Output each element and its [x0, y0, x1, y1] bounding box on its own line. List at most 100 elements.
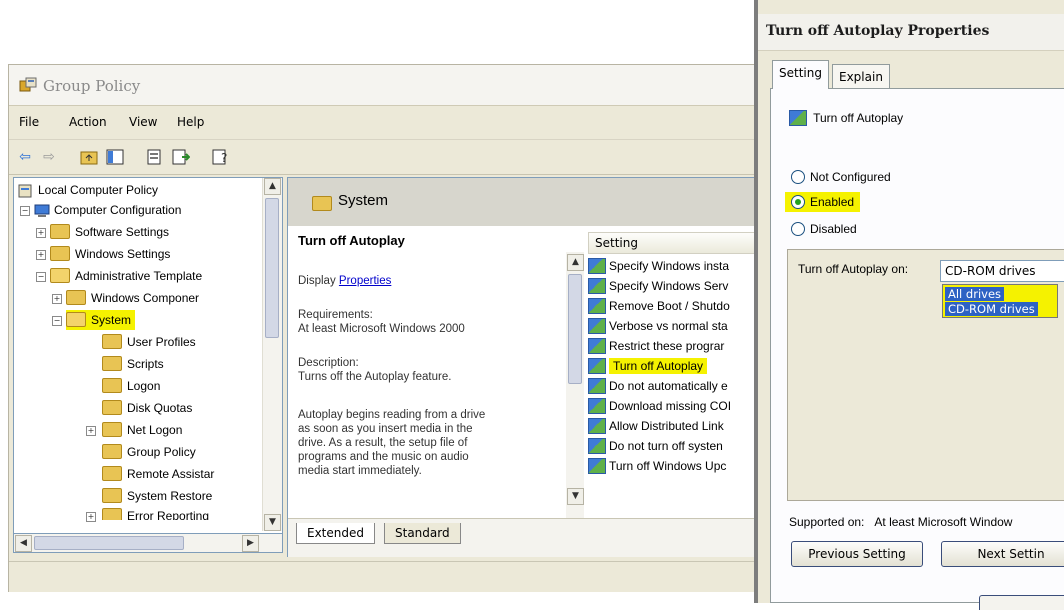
setting-row[interactable]: Do not turn off systen: [588, 436, 723, 456]
expand-icon[interactable]: +: [86, 512, 96, 522]
dropdown-list: All drives CD-ROM drives: [942, 284, 1058, 318]
expand-icon[interactable]: +: [36, 228, 46, 238]
setting-row[interactable]: Remove Boot / Shutdo: [588, 296, 730, 316]
autoplay-text-2: as soon as you insert media in the: [298, 423, 473, 435]
tree-item-disk-quotas[interactable]: Disk Quotas: [102, 398, 192, 418]
toolbar: ⇦ ⇨ ?: [9, 140, 759, 175]
tree-item-group-policy[interactable]: Group Policy: [102, 442, 196, 462]
folder-icon: [66, 290, 86, 306]
collapse-icon[interactable]: −: [36, 272, 46, 282]
setting-row[interactable]: Specify Windows insta: [588, 256, 729, 276]
scroll-right-icon[interactable]: ▶: [242, 535, 259, 552]
setting-row[interactable]: Allow Distributed Link: [588, 416, 724, 436]
tree-item-local-computer-policy[interactable]: Local Computer Policy: [18, 180, 158, 200]
setting-label: Verbose vs normal sta: [609, 319, 728, 333]
radio-circle-selected: [791, 194, 805, 209]
tree-vertical-scrollbar[interactable]: ▲ ▼: [262, 178, 282, 531]
autoplay-drive-select[interactable]: CD-ROM drives: [940, 260, 1064, 282]
back-arrow-icon[interactable]: ⇦: [15, 148, 35, 166]
setting-row[interactable]: Do not automatically e: [588, 376, 728, 396]
menu-view[interactable]: View: [129, 115, 157, 129]
setting-row[interactable]: Specify Windows Serv: [588, 276, 728, 296]
supported-value: At least Microsoft Window: [874, 515, 1013, 529]
export-list-icon[interactable]: [171, 148, 191, 166]
list-vertical-scrollbar[interactable]: ▲ ▼: [566, 252, 584, 526]
folder-open-icon: [66, 312, 86, 328]
properties-icon[interactable]: [145, 148, 165, 166]
tree-item-computer-configuration[interactable]: Computer Configuration: [34, 200, 181, 220]
scroll-up-icon[interactable]: ▲: [264, 178, 281, 195]
scroll-thumb[interactable]: [265, 198, 279, 338]
setting-label: Turn off Windows Upc: [609, 459, 727, 473]
policy-setting-icon: [588, 377, 606, 394]
policy-setting-icon: [588, 297, 606, 314]
menu-file[interactable]: File: [19, 115, 39, 129]
setting-row-selected[interactable]: Turn off Autoplay: [588, 356, 708, 376]
tree-label: User Profiles: [127, 335, 196, 349]
tree-item-system[interactable]: System: [66, 310, 136, 330]
menu-help[interactable]: Help: [177, 115, 204, 129]
setting-label: Specify Windows insta: [609, 259, 730, 273]
properties-link[interactable]: Properties: [339, 275, 391, 287]
collapse-icon[interactable]: −: [52, 316, 62, 326]
dropdown-option-cdrom-drives[interactable]: CD-ROM drives: [945, 302, 1038, 316]
menu-action[interactable]: Action: [69, 115, 107, 129]
tree-label: Local Computer Policy: [38, 183, 159, 197]
tree-item-logon[interactable]: Logon: [102, 376, 160, 396]
scroll-down-icon[interactable]: ▼: [567, 488, 584, 505]
tree-item-system-restore[interactable]: System Restore: [102, 486, 212, 506]
settings-list: Setting ▲ ▼ Specify Windows insta Specif…: [566, 226, 760, 526]
policy-setting-icon: [588, 417, 606, 434]
scroll-thumb[interactable]: [568, 274, 582, 384]
scroll-up-icon[interactable]: ▲: [567, 254, 584, 271]
show-hide-tree-icon[interactable]: [105, 148, 125, 166]
scroll-down-icon[interactable]: ▼: [264, 514, 281, 531]
tree-item-scripts[interactable]: Scripts: [102, 354, 164, 374]
dialog-title-bar: Turn off Autoplay Properties: [758, 14, 1064, 51]
tree-item-net-logon[interactable]: Net Logon: [102, 420, 182, 440]
help-icon[interactable]: ?: [211, 148, 231, 166]
scroll-left-icon[interactable]: ◀: [15, 535, 32, 552]
forward-arrow-icon[interactable]: ⇨: [39, 148, 59, 166]
tree-item-software-settings[interactable]: Software Settings: [50, 222, 169, 242]
tree-item-windows-settings[interactable]: Windows Settings: [50, 244, 170, 264]
tab-explain[interactable]: Explain: [832, 64, 890, 90]
setting-row[interactable]: Restrict these prograr: [588, 336, 724, 356]
tree-item-user-profiles[interactable]: User Profiles: [102, 332, 196, 352]
policy-setting-icon: [588, 357, 606, 374]
up-folder-icon[interactable]: [79, 148, 99, 166]
tree-horizontal-scrollbar[interactable]: ◀ ▶: [13, 533, 283, 553]
radio-disabled[interactable]: Disabled: [791, 219, 857, 239]
tab-setting[interactable]: Setting: [772, 60, 829, 89]
policy-setting-icon: [588, 397, 606, 414]
tree-item-windows-components[interactable]: Windows Componer: [66, 288, 199, 308]
column-header-setting[interactable]: Setting: [588, 232, 760, 254]
radio-not-configured[interactable]: Not Configured: [791, 167, 891, 187]
tree-item-remote-assistance[interactable]: Remote Assistar: [102, 464, 214, 484]
properties-dialog: Turn off Autoplay Properties Setting Exp…: [754, 0, 1064, 610]
tab-standard[interactable]: Standard: [384, 523, 461, 544]
setting-label: Do not turn off systen: [609, 439, 723, 453]
setting-row[interactable]: Download missing COI: [588, 396, 731, 416]
tree-label: Windows Settings: [75, 247, 171, 261]
expand-icon[interactable]: +: [52, 294, 62, 304]
dropdown-option-all-drives[interactable]: All drives: [945, 287, 1005, 301]
tree-item-administrative-templates[interactable]: Administrative Template: [50, 266, 202, 286]
expand-icon[interactable]: +: [36, 250, 46, 260]
setting-label: Restrict these prograr: [609, 339, 725, 353]
next-setting-button[interactable]: Next Settin: [941, 541, 1064, 567]
policy-title: Turn off Autoplay: [298, 233, 405, 248]
autoplay-text-3: drive. As a result, the setup file of: [298, 437, 468, 449]
tree-item-error-reporting[interactable]: Error Reporting: [102, 506, 209, 520]
tab-extended[interactable]: Extended: [296, 523, 375, 544]
policy-setting-icon: [789, 109, 807, 126]
collapse-icon[interactable]: −: [20, 206, 30, 216]
setting-row[interactable]: Turn off Windows Upc: [588, 456, 726, 476]
expand-icon[interactable]: +: [86, 426, 96, 436]
folder-icon: [50, 246, 70, 262]
setting-row[interactable]: Verbose vs normal sta: [588, 316, 728, 336]
previous-setting-button[interactable]: Previous Setting: [791, 541, 923, 567]
policy-setting-icon: [588, 457, 606, 474]
radio-enabled[interactable]: Enabled: [785, 192, 861, 212]
scroll-thumb[interactable]: [34, 536, 184, 550]
